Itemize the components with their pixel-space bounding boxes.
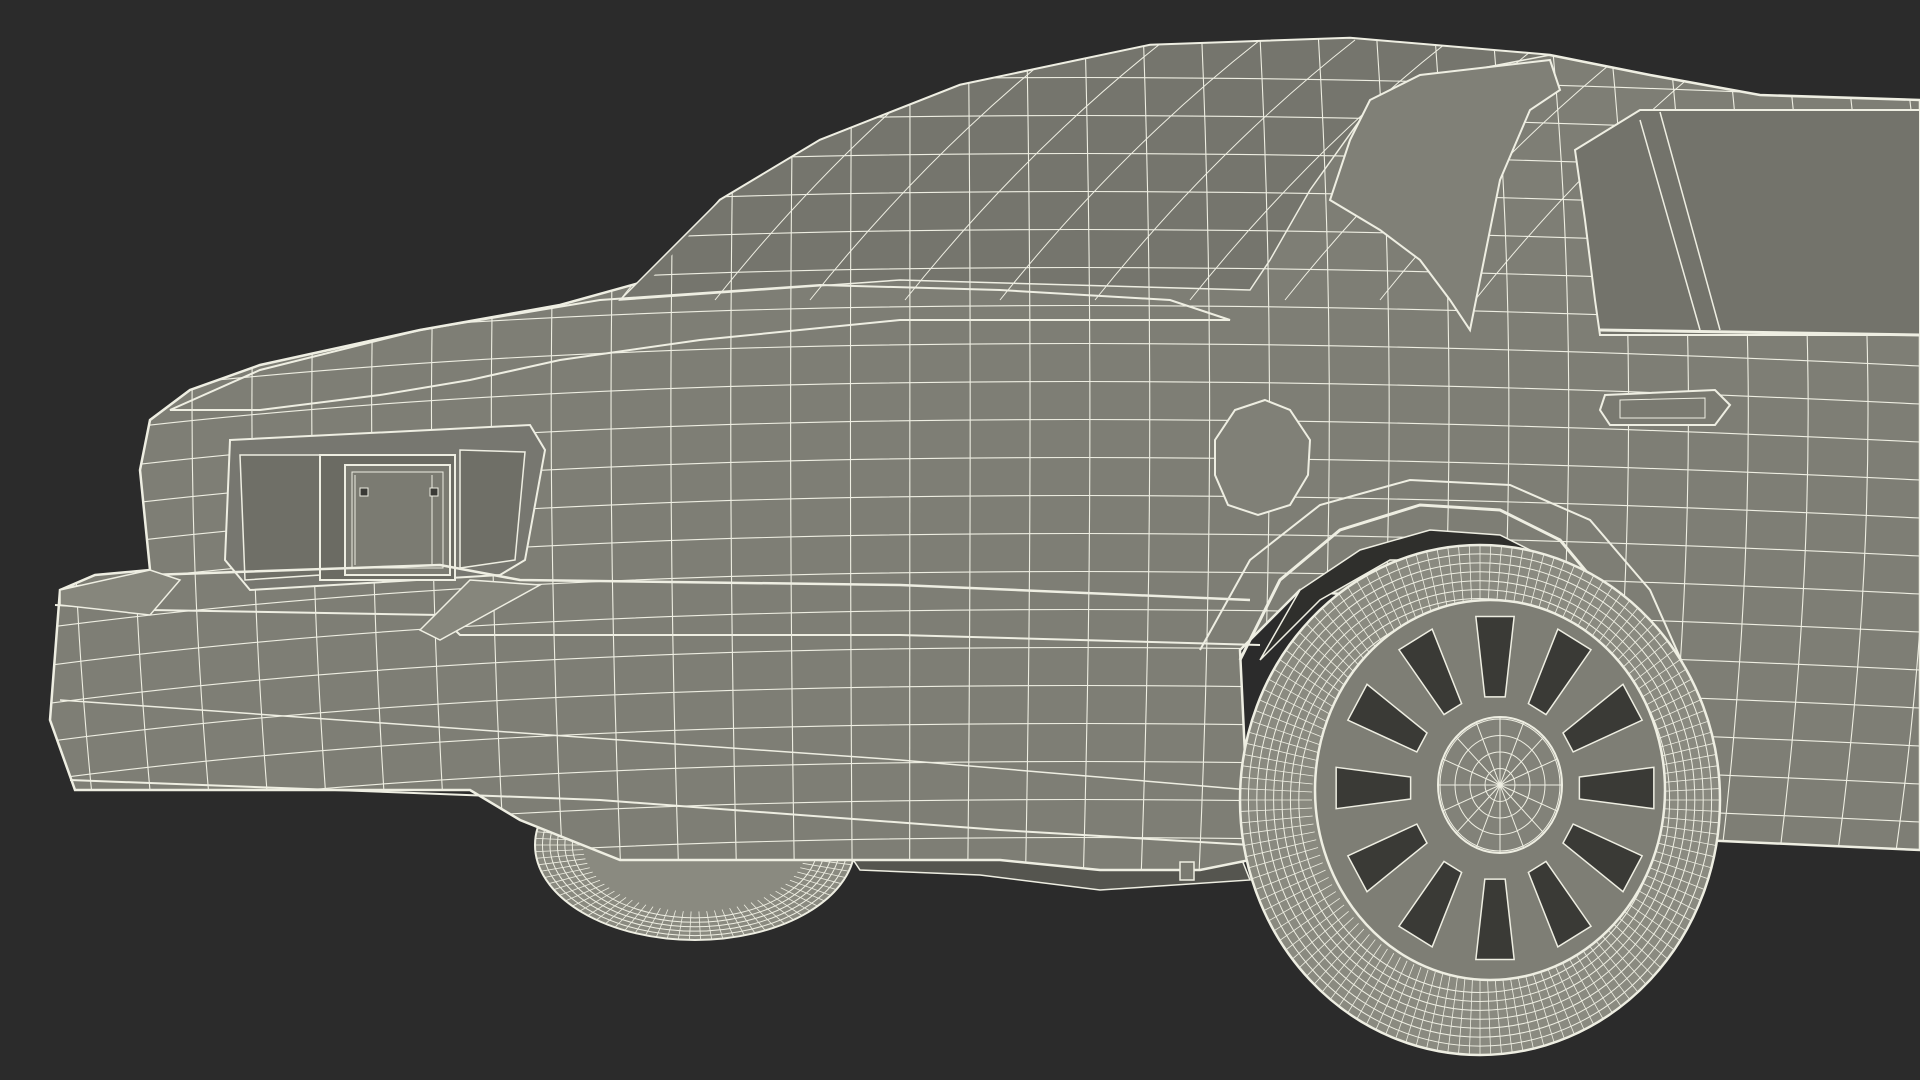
license-plate bbox=[319, 454, 456, 581]
hubcap bbox=[1313, 598, 1667, 982]
viewport bbox=[0, 0, 1920, 1080]
car-wireframe-render bbox=[0, 0, 1920, 1080]
exhaust-tip bbox=[1179, 861, 1195, 881]
door-handle bbox=[1598, 388, 1732, 426]
side-window bbox=[1573, 109, 1920, 336]
